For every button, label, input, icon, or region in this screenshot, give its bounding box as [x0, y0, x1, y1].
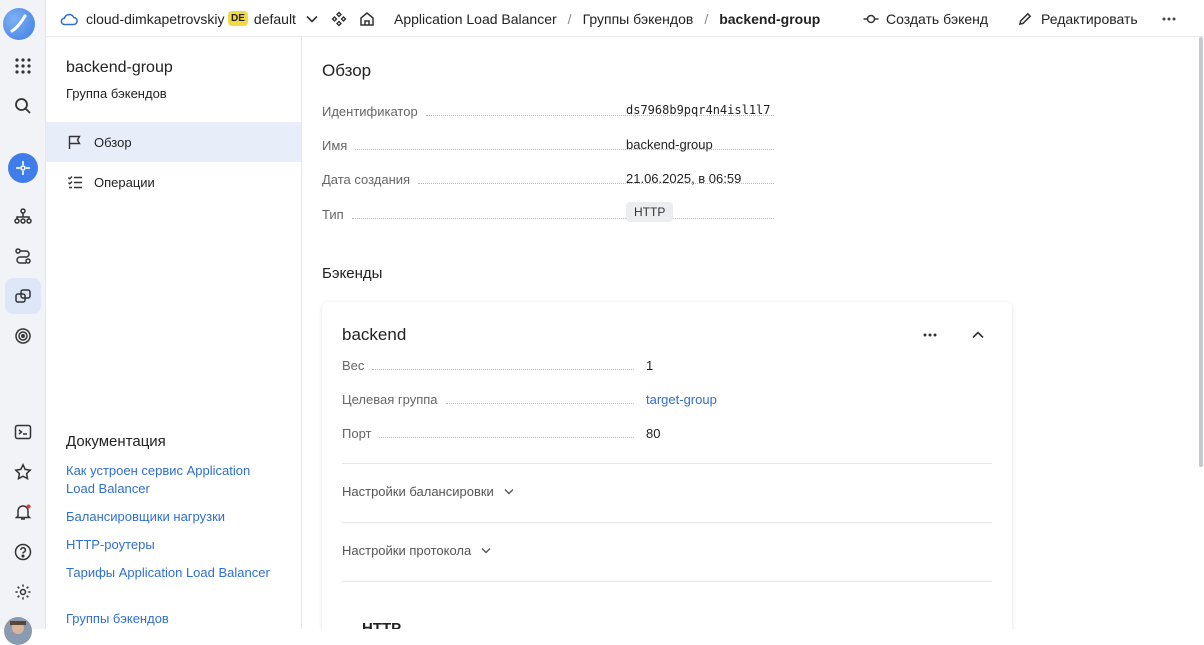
chevron-down-icon	[481, 548, 491, 554]
top-bar: cloud-dimkapetrovskiy DE default Applica…	[46, 0, 1204, 37]
doc-link-alb-overview[interactable]: Как устроен сервис Application Load Bala…	[66, 462, 276, 498]
commit-icon	[863, 14, 879, 23]
bell-icon[interactable]	[5, 494, 41, 530]
sidebar-item-operations[interactable]: Операции	[46, 162, 301, 202]
pencil-icon	[1019, 12, 1032, 25]
help-icon[interactable]	[5, 534, 41, 570]
field-row: Имя	[322, 135, 782, 155]
breadcrumb-backend-groups[interactable]: Группы бэкендов	[583, 11, 694, 27]
main-content: Обзор Идентификатор ds7968b9pqr4n4isl1l7…	[302, 37, 1200, 629]
sidebar-item-label: Операции	[94, 174, 155, 190]
more-menu-icon[interactable]	[1162, 0, 1176, 37]
create-backend-button[interactable]: Создать бэкенд	[863, 0, 988, 37]
breadcrumb-separator: /	[567, 10, 572, 27]
folder-selector[interactable]: DE default	[228, 0, 318, 37]
breadcrumb-separator: /	[704, 10, 709, 27]
overview-heading: Обзор	[322, 61, 372, 80]
search-icon[interactable]	[5, 88, 41, 124]
settings-gear-icon[interactable]	[5, 574, 41, 610]
target-group-link[interactable]: target-group	[646, 392, 717, 407]
field-value-type: HTTP	[626, 202, 674, 222]
backend-port-value: 80	[646, 426, 661, 441]
http-section-title: HTTP	[362, 620, 402, 629]
breadcrumb-alb[interactable]: Application Load Balancer	[394, 11, 557, 27]
field-key: Тип	[322, 206, 344, 222]
flag-icon	[66, 133, 84, 151]
chevron-down-icon	[306, 15, 318, 23]
section-label: Настройки протокола	[342, 543, 472, 558]
network-tree-icon[interactable]	[5, 198, 41, 234]
cloud-selector[interactable]: cloud-dimkapetrovskiy	[60, 0, 225, 37]
services-grid-icon[interactable]	[5, 48, 41, 84]
chevron-up-icon[interactable]	[966, 323, 990, 347]
backend-title: backend	[342, 325, 407, 344]
resource-title: backend-group	[66, 59, 173, 76]
cloud-icon	[60, 13, 78, 25]
sidebar-item-label: Обзор	[94, 134, 132, 150]
breadcrumb-current: backend-group	[719, 10, 821, 27]
doc-link-http-routers[interactable]: HTTP-роутеры	[66, 536, 276, 554]
section-label: Настройки балансировки	[342, 484, 494, 499]
resource-subtitle: Группа бэкендов	[66, 86, 167, 101]
create-backend-label: Создать бэкенд	[886, 10, 989, 27]
field-key: Имя	[322, 137, 348, 153]
edit-button[interactable]: Редактировать	[1018, 0, 1138, 37]
routes-icon[interactable]	[5, 238, 41, 274]
field-key: Целевая группа	[342, 391, 438, 407]
cloud-name: cloud-dimkapetrovskiy	[86, 10, 225, 27]
star-icon[interactable]	[5, 454, 41, 490]
scrollbar[interactable]	[1199, 37, 1203, 467]
backend-groups-icon[interactable]	[5, 278, 41, 314]
avatar[interactable]	[4, 617, 32, 645]
backend-field-row: Целевая группа	[342, 389, 642, 409]
field-key: Порт	[342, 425, 372, 441]
protocol-settings-toggle[interactable]: Настройки протокола	[342, 543, 491, 558]
folder-badge: DE	[228, 11, 248, 26]
backend-field-row: Порт	[342, 423, 642, 443]
divider	[342, 581, 992, 582]
doc-link-backend-groups[interactable]: Группы бэкендов	[66, 610, 276, 628]
type-badge: HTTP	[626, 202, 674, 222]
backend-more-icon[interactable]	[918, 323, 942, 347]
field-value-created: 21.06.2025, в 06:59	[626, 171, 742, 186]
alb-service-icon[interactable]	[5, 150, 41, 186]
left-rail	[0, 0, 46, 645]
doc-link-load-balancers[interactable]: Балансировщики нагрузки	[66, 508, 276, 526]
field-value-id[interactable]: ds7968b9pqr4n4isl1l7	[626, 103, 771, 117]
target-icon[interactable]	[5, 318, 41, 354]
balancing-settings-toggle[interactable]: Настройки балансировки	[342, 484, 514, 499]
backends-heading: Бэкенды	[322, 265, 383, 282]
field-row: Тип	[322, 204, 782, 224]
home-icon[interactable]	[359, 0, 375, 37]
doc-link-pricing[interactable]: Тарифы Application Load Balancer	[66, 564, 276, 582]
docs-title: Документация	[66, 433, 166, 450]
chevron-down-icon	[504, 489, 514, 495]
terminal-icon[interactable]	[5, 414, 41, 450]
field-key: Идентификатор	[322, 103, 418, 119]
field-key: Дата создания	[322, 171, 411, 187]
divider	[342, 463, 992, 464]
sidebar-item-overview[interactable]: Обзор	[46, 122, 301, 162]
backend-card: backend Вес 1 Целевая группа target-grou…	[322, 302, 1012, 629]
backend-field-row: Вес	[342, 355, 642, 375]
yandex-cloud-logo[interactable]	[3, 8, 35, 40]
edit-label: Редактировать	[1041, 10, 1138, 27]
divider	[342, 522, 992, 523]
folder-name: default	[253, 10, 296, 27]
list-check-icon	[66, 173, 84, 191]
sidebar: backend-group Группа бэкендов Обзор Опер…	[46, 37, 302, 629]
components-icon[interactable]	[331, 0, 347, 37]
field-key: Вес	[342, 357, 365, 373]
breadcrumb: Application Load Balancer / Группы бэкен…	[394, 0, 820, 37]
field-value-name: backend-group	[626, 137, 713, 152]
backend-weight-value: 1	[646, 358, 654, 373]
